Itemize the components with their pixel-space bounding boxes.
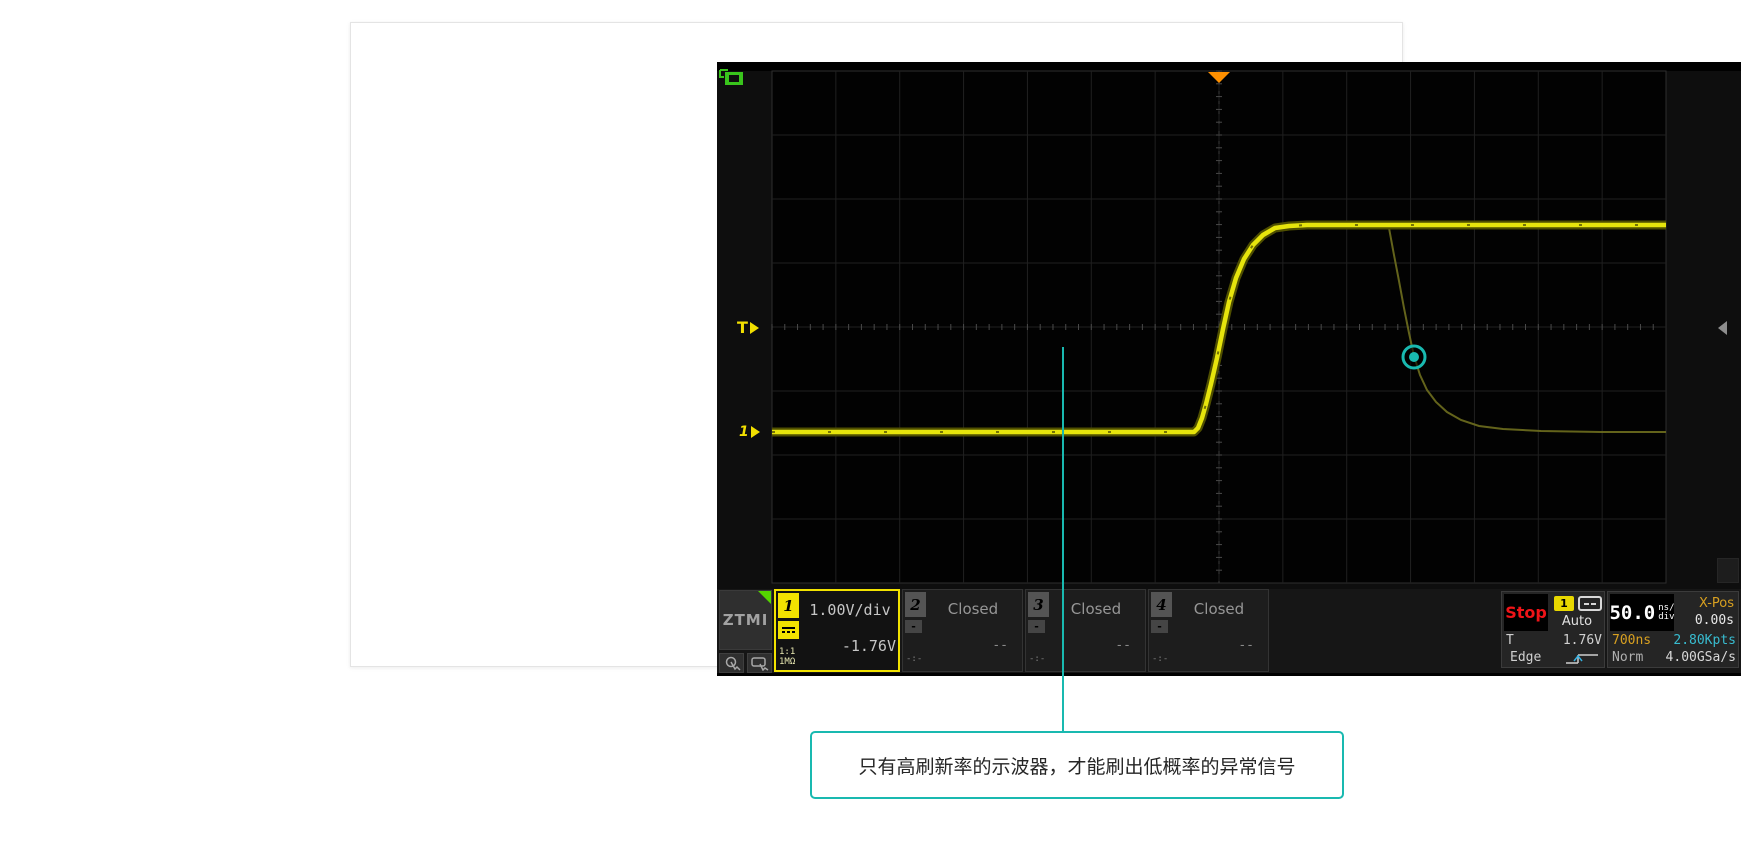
channel-3-value: --: [1115, 638, 1131, 653]
page: T 1 ZTMI: [0, 0, 1760, 860]
timebase-panel[interactable]: 50.0 ns/div X-Pos 0.00s 700ns 2.80Kpts N…: [1607, 591, 1739, 668]
annotation-callout: 只有高刷新率的示波器，才能刷出低概率的异常信号: [810, 731, 1344, 799]
channel-2-value: --: [992, 638, 1008, 653]
channel-4-range: -:-: [1152, 654, 1168, 664]
channel-3-tab: 3: [1028, 592, 1049, 617]
channel-1-box[interactable]: 1 1.00V/div -1.76V 1:11MΩ: [774, 589, 900, 672]
right-margin-box: [1717, 558, 1739, 583]
channel-3-coupling: -: [1028, 620, 1045, 633]
channel-4-tab: 4: [1151, 592, 1172, 617]
scope-bottom-strip: [717, 673, 1741, 676]
sample-rate: 4.00GSa/s: [1666, 650, 1736, 665]
trigger-panel[interactable]: Stop 1 Auto T 1.76V Edge: [1501, 591, 1605, 668]
channel-offset-arrow: [751, 426, 760, 438]
touch-drag-button[interactable]: [747, 653, 772, 673]
channel-1-scale: 1.00V/div: [804, 601, 896, 619]
timebase-scale: 50.0: [1609, 602, 1655, 624]
trigger-sweep-mode: Auto: [1552, 614, 1602, 629]
xpos-label: X-Pos: [1699, 596, 1734, 611]
screenshot-card: T 1 ZTMI: [350, 22, 1403, 667]
rising-edge-icon: [1564, 651, 1602, 666]
trigger-source-badge: 1: [1554, 596, 1574, 611]
trigger-level-label: T: [737, 318, 748, 337]
capture-window: 700ns: [1612, 633, 1651, 648]
display-mode-icon: [1578, 596, 1602, 611]
annotation-connector-line: [1062, 347, 1064, 731]
channel-4-box[interactable]: 4 - Closed -- -:-: [1148, 589, 1269, 672]
channel-1-offset: -1.76V: [804, 637, 896, 655]
green-corner-triangle: [758, 591, 771, 604]
touch-drag-icon: [751, 656, 769, 671]
trigger-level-marker[interactable]: T: [737, 318, 759, 337]
acquisition-mode: Norm: [1612, 650, 1643, 665]
trigger-level-value: 1.76V: [1563, 633, 1602, 648]
channel-1-probe: 1:11MΩ: [779, 647, 795, 667]
trigger-type: Edge: [1506, 650, 1541, 665]
run-state: Stop: [1505, 603, 1547, 622]
channel-3-box[interactable]: 3 - Closed -- -:-: [1025, 589, 1146, 672]
channel1-offset-label: 1: [739, 424, 749, 440]
brand-logo-text: ZTMI: [723, 611, 769, 629]
channel-1-tab: 1: [778, 593, 799, 618]
trigger-level-row-label: T: [1506, 633, 1514, 648]
dc-coupling-icon: [778, 621, 799, 639]
memory-depth: 2.80Kpts: [1673, 633, 1736, 648]
channel-2-box[interactable]: 2 - Closed -- -:-: [902, 589, 1023, 672]
xpos-value: 0.00s: [1695, 613, 1734, 628]
channel1-offset-marker[interactable]: 1: [739, 424, 760, 440]
collapse-arrow-icon[interactable]: [1718, 321, 1727, 335]
run-state-box: Stop: [1504, 594, 1548, 631]
waveform-display: [717, 62, 1741, 676]
channel-2-tab: 2: [905, 592, 926, 617]
channel-3-range: -:-: [1029, 654, 1045, 664]
channel-4-coupling: -: [1151, 620, 1168, 633]
channel-4-state: Closed: [1173, 600, 1265, 618]
status-bar: ZTMI 1: [717, 589, 1741, 673]
touch-press-button[interactable]: [719, 653, 744, 673]
touch-press-icon: [723, 656, 741, 671]
channel-4-value: --: [1238, 638, 1254, 653]
timebase-unit: ns/div: [1658, 604, 1674, 622]
annotation-text: 只有高刷新率的示波器，才能刷出低概率的异常信号: [858, 752, 1295, 779]
channel-2-coupling: -: [905, 620, 922, 633]
timebase-scale-box: 50.0 ns/div: [1610, 594, 1674, 631]
channel-2-range: -:-: [906, 654, 922, 664]
trigger-level-arrow: [750, 322, 759, 334]
record-display-icon: [719, 68, 745, 87]
brand-logo: ZTMI: [719, 590, 772, 650]
channel-2-state: Closed: [927, 600, 1019, 618]
oscilloscope-screen: T 1 ZTMI: [717, 62, 1741, 676]
